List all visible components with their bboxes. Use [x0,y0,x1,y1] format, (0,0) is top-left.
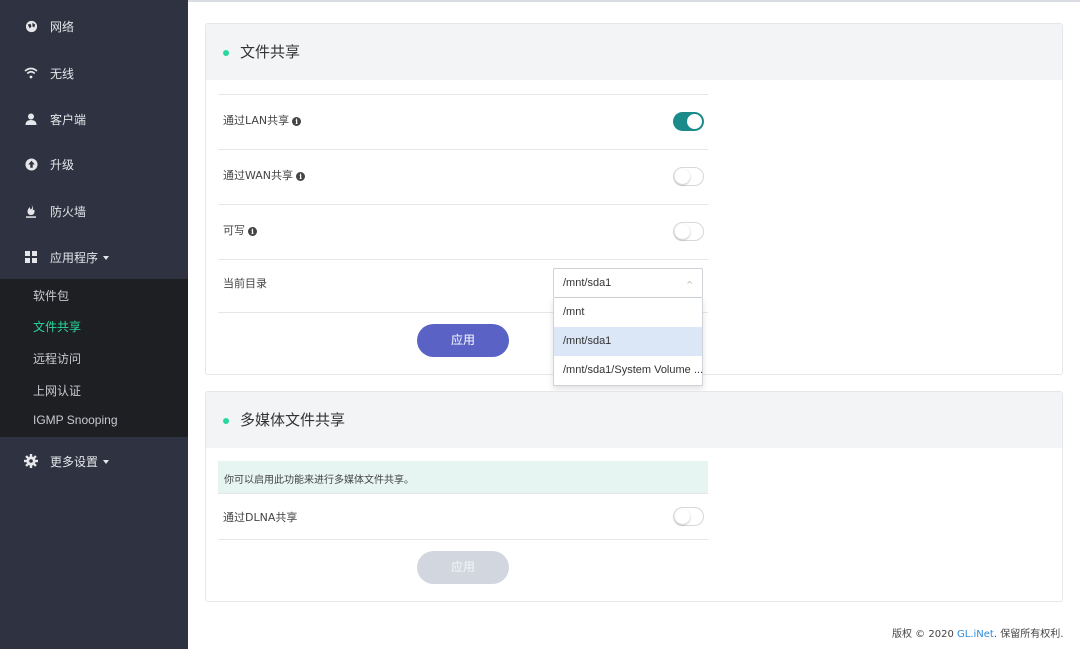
card-title: 文件共享 [240,43,301,61]
sidebar-item-applications[interactable]: 应用程序 [0,234,188,280]
sidebar-item-clients[interactable]: 客户端 [0,96,188,142]
directory-dropdown: /mnt /mnt/sda1 /mnt/sda1/System Volume .… [553,298,703,386]
submenu-item-captive-portal[interactable]: 上网认证 [33,382,81,399]
sidebar-item-label: 更多设置 [50,454,99,469]
lan-share-row: 通过LAN共享 i [218,94,708,149]
sidebar-item-firewall[interactable]: 防火墙 [0,188,188,234]
sidebar-item-label: 防火墙 [50,204,87,219]
top-border [188,0,1080,2]
card-header: 多媒体文件共享 [206,392,1062,448]
directory-select-value: /mnt/sda1 [563,277,612,289]
info-icon[interactable]: i [292,117,302,126]
writable-row: 可写 i [218,204,708,259]
sidebar-item-label: 应用程序 [50,250,99,265]
user-icon [24,112,38,126]
sidebar-item-label: 客户端 [50,112,87,127]
submenu-item-file-share[interactable]: 文件共享 [33,318,81,335]
dropdown-option[interactable]: /mnt/sda1/System Volume ... [554,356,703,385]
caret-down-icon [103,256,110,260]
writable-label: 可写 [223,224,245,237]
dlna-share-toggle[interactable] [673,507,704,526]
upgrade-icon [24,157,38,171]
sidebar-item-wireless[interactable]: 无线 [0,50,188,96]
sidebar-item-label: 升级 [50,157,75,172]
wan-share-label: 通过WAN共享 [223,169,294,182]
wifi-icon [24,66,38,80]
writable-toggle[interactable] [673,222,704,241]
media-share-card: 多媒体文件共享 你可以启用此功能来进行多媒体文件共享。 通过DLNA共享 应用 [205,391,1063,602]
apply-button-disabled[interactable]: 应用 [417,551,509,584]
apps-icon [24,250,38,264]
footer-copyright: 版权 © 2020 GL.iNet. 保留所有权利. [892,629,1064,640]
footer-link[interactable]: GL.iNet [957,629,994,640]
status-dot [223,418,229,424]
card-title: 多媒体文件共享 [240,411,346,429]
submenu-item-packages[interactable]: 软件包 [33,287,69,304]
toggle-knob [675,169,690,184]
toggle-knob [675,224,690,239]
dropdown-option[interactable]: /mnt [554,298,702,327]
directory-select[interactable]: /mnt/sda1 ^ [553,268,703,298]
sidebar-item-upgrade[interactable]: 升级 [0,141,188,187]
sidebar-item-more-settings[interactable]: 更多设置 [0,438,188,484]
notice-text: 你可以启用此功能来进行多媒体文件共享。 [224,475,414,486]
toggle-knob [687,114,702,129]
info-icon[interactable]: i [296,172,306,181]
caret-down-icon [103,460,110,464]
submenu-item-remote-access[interactable]: 远程访问 [33,350,81,367]
globe-icon [24,19,38,33]
lan-share-toggle[interactable] [673,112,704,131]
chevron-up-icon: ^ [686,280,693,289]
info-notice: 你可以启用此功能来进行多媒体文件共享。 [218,461,708,493]
info-icon[interactable]: i [248,227,257,236]
wan-share-toggle[interactable] [673,167,704,186]
sidebar-item-network[interactable]: 网络 [0,3,188,49]
applications-submenu: 软件包 文件共享 远程访问 上网认证 IGMP Snooping [0,279,188,437]
dlna-share-label: 通过DLNA共享 [223,511,298,524]
sidebar-item-label: 无线 [50,66,75,81]
card-header: 文件共享 [206,24,1062,80]
gear-icon [24,454,38,468]
toggle-knob [675,509,690,524]
submenu-item-igmp-snooping[interactable]: IGMP Snooping [33,413,118,427]
row-divider [218,539,708,540]
status-dot [223,50,229,56]
wan-share-row: 通过WAN共享 i [218,149,708,204]
sidebar: 网络 无线 客户端 升级 防火墙 应用程序 软件包 文件共享 远程访问 上网认证 [0,0,188,649]
firewall-icon [24,204,38,218]
sidebar-item-label: 网络 [50,19,75,34]
apply-button[interactable]: 应用 [417,324,509,357]
lan-share-label: 通过LAN共享 [223,114,290,127]
dropdown-option-selected[interactable]: /mnt/sda1 [554,327,702,356]
directory-label: 当前目录 [223,277,267,290]
